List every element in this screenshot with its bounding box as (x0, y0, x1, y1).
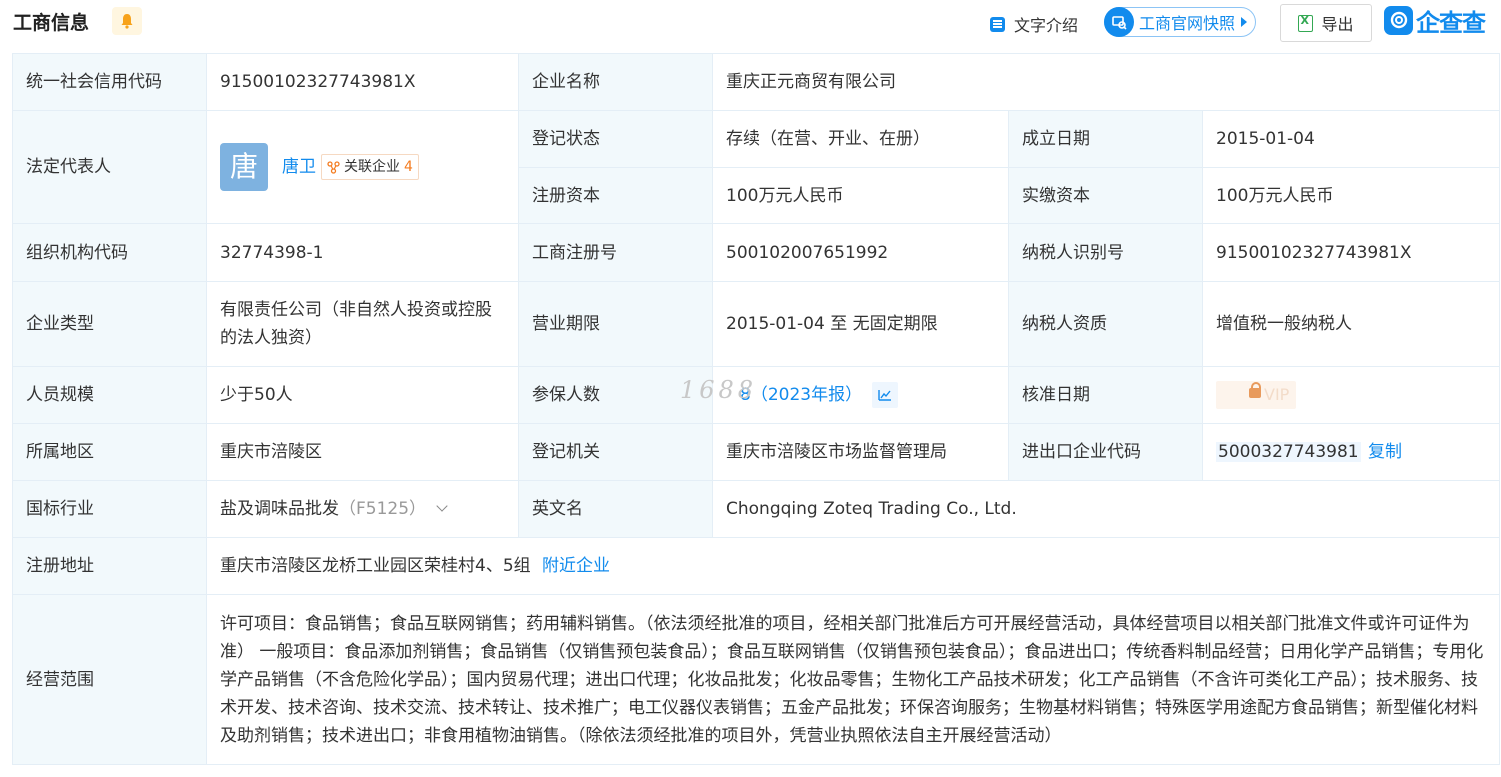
industry-code: （F5125） (339, 499, 427, 519)
table-row: 国标行业 盐及调味品批发（F5125） 英文名 Chongqing Zoteq … (12, 480, 1501, 538)
reg-address-value: 重庆市涪陵区龙桥工业园区荣桂村4、5组 附近企业 (205, 537, 1501, 595)
english-name-value: Chongqing Zoteq Trading Co., Ltd. (711, 480, 1501, 538)
lock-icon (1249, 382, 1261, 398)
ie-code-text: 5000327743981 (1216, 442, 1361, 462)
table-row: 所属地区 重庆市涪陵区 登记机关 重庆市涪陵区市场监督管理局 进出口企业代码 5… (12, 423, 1501, 481)
found-date-value: 2015-01-04 (1201, 110, 1501, 168)
business-info-table: 统一社会信用代码 91500102327743981X 企业名称 重庆正元商贸有… (12, 53, 1501, 765)
reg-address-label: 注册地址 (12, 537, 207, 595)
industry-label: 国标行业 (12, 480, 207, 538)
related-companies-label: 关联企业 (344, 159, 400, 175)
reg-capital-value: 100万元人民币 (712, 167, 1009, 224)
approval-date-value: VIP (1201, 366, 1501, 424)
legal-rep-label: 法定代表人 (12, 110, 207, 224)
table-row: 企业类型 有限责任公司（非自然人投资或控股的法人独资） 营业期限 2015-01… (12, 281, 1501, 367)
credit-code-value: 91500102327743981X (206, 53, 519, 111)
staff-size-label: 人员规模 (12, 366, 207, 424)
table-row: 注册地址 重庆市涪陵区龙桥工业园区荣桂村4、5组 附近企业 (12, 537, 1501, 595)
reg-authority-value: 重庆市涪陵区市场监督管理局 (712, 423, 1009, 481)
org-code-label: 组织机构代码 (12, 223, 207, 282)
taxpayer-qual-value: 增值税一般纳税人 (1201, 281, 1501, 367)
excel-icon (1298, 14, 1314, 32)
logo-icon (1384, 5, 1413, 35)
official-snapshot-button[interactable]: 工商官网快照 (1104, 6, 1257, 37)
trend-chart-icon[interactable] (872, 382, 899, 408)
biz-reg-no-label: 工商注册号 (518, 223, 713, 282)
official-snapshot-label: 工商官网快照 (1139, 14, 1236, 33)
approval-date-label: 核准日期 (1008, 366, 1203, 424)
ie-code-value: 5000327743981 复制 (1201, 423, 1501, 481)
text-intro-button[interactable]: 文字介绍 (990, 8, 1078, 40)
nearby-companies-link[interactable]: 附近企业 (542, 556, 610, 576)
industry-name: 盐及调味品批发 (220, 499, 339, 519)
vip-label: VIP (1264, 385, 1290, 404)
related-companies-tag[interactable]: 关联企业 4 (321, 154, 419, 180)
biz-term-value: 2015-01-04 至 无固定期限 (712, 281, 1009, 367)
section-title: 工商信息 (13, 12, 90, 34)
insured-label: 参保人数 (518, 366, 713, 424)
relation-icon (327, 160, 340, 174)
credit-code-label: 统一社会信用代码 (12, 53, 207, 111)
insured-value: 8（2023年报） (712, 366, 1009, 424)
taxpayer-id-label: 纳税人识别号 (1008, 223, 1203, 282)
copy-link[interactable]: 复制 (1368, 442, 1402, 462)
table-row: 组织机构代码 32774398-1 工商注册号 500102007651992 … (12, 223, 1501, 282)
logo-text: 企查查 (1416, 8, 1486, 37)
caret-right-icon (1241, 17, 1248, 27)
reg-status-label: 登记状态 (518, 110, 713, 168)
table-row: 经营范围 许可项目：食品销售；食品互联网销售；药用辅料销售。（依法须经批准的项目… (12, 594, 1501, 765)
table-row: 人员规模 少于50人 参保人数 8（2023年报） 核准日期 VIP (12, 366, 1501, 424)
taxpayer-qual-label: 纳税人资质 (1008, 281, 1203, 367)
taxpayer-id-value: 91500102327743981X (1201, 223, 1501, 282)
region-value: 重庆市涪陵区 (206, 423, 519, 481)
reg-capital-label: 注册资本 (518, 167, 713, 224)
snapshot-icon (1104, 6, 1134, 37)
legal-rep-name-link[interactable]: 唐卫 (282, 157, 316, 177)
company-name-label: 企业名称 (518, 53, 713, 111)
found-date-label: 成立日期 (1008, 110, 1203, 168)
ie-code-label: 进出口企业代码 (1008, 423, 1203, 481)
staff-size-value: 少于50人 (206, 366, 519, 424)
org-code-value: 32774398-1 (206, 223, 519, 282)
biz-reg-no-value: 500102007651992 (712, 223, 1009, 282)
legal-rep-value: 唐唐卫 关联企业 4 (206, 110, 519, 224)
insured-count[interactable]: 8 (740, 385, 751, 405)
vip-lock-badge[interactable]: VIP (1216, 381, 1296, 409)
industry-value[interactable]: 盐及调味品批发（F5125） (206, 480, 519, 538)
english-name-label: 英文名 (518, 480, 713, 538)
insured-year-note[interactable]: （2023年报） (751, 385, 862, 405)
section-header: 工商信息 文字介绍 工商官网快照 导出 企查查 (0, 0, 1501, 44)
biz-term-label: 营业期限 (518, 281, 713, 367)
company-type-label: 企业类型 (12, 281, 207, 367)
biz-scope-value: 许可项目：食品销售；食品互联网销售；药用辅料销售。（依法须经批准的项目，经相关部… (205, 594, 1501, 765)
company-type-value: 有限责任公司（非自然人投资或控股的法人独资） (206, 281, 519, 367)
bell-icon[interactable] (112, 7, 142, 35)
reg-authority-label: 登记机关 (518, 423, 713, 481)
text-intro-label: 文字介绍 (1014, 16, 1079, 35)
company-name-value: 重庆正元商贸有限公司 (711, 53, 1501, 111)
reg-address-text: 重庆市涪陵区龙桥工业园区荣桂村4、5组 (220, 556, 531, 576)
biz-scope-label: 经营范围 (12, 594, 207, 765)
paid-capital-value: 100万元人民币 (1201, 167, 1501, 224)
related-companies-count: 4 (404, 159, 413, 175)
table-row: 统一社会信用代码 91500102327743981X 企业名称 重庆正元商贸有… (12, 53, 1501, 111)
document-icon (990, 16, 1005, 32)
region-label: 所属地区 (12, 423, 207, 481)
reg-status-value: 存续（在营、开业、在册） (712, 110, 1009, 168)
export-label: 导出 (1321, 15, 1354, 34)
chevron-down-icon[interactable] (436, 500, 448, 512)
avatar[interactable]: 唐 (220, 143, 268, 191)
paid-capital-label: 实缴资本 (1008, 167, 1203, 224)
export-button[interactable]: 导出 (1280, 4, 1372, 42)
table-row: 法定代表人 唐唐卫 关联企业 4 登记状态 存续（在营、开业、在册） 成立日期 20… (12, 110, 1501, 224)
qichacha-logo: 企查查 (1384, 4, 1486, 37)
